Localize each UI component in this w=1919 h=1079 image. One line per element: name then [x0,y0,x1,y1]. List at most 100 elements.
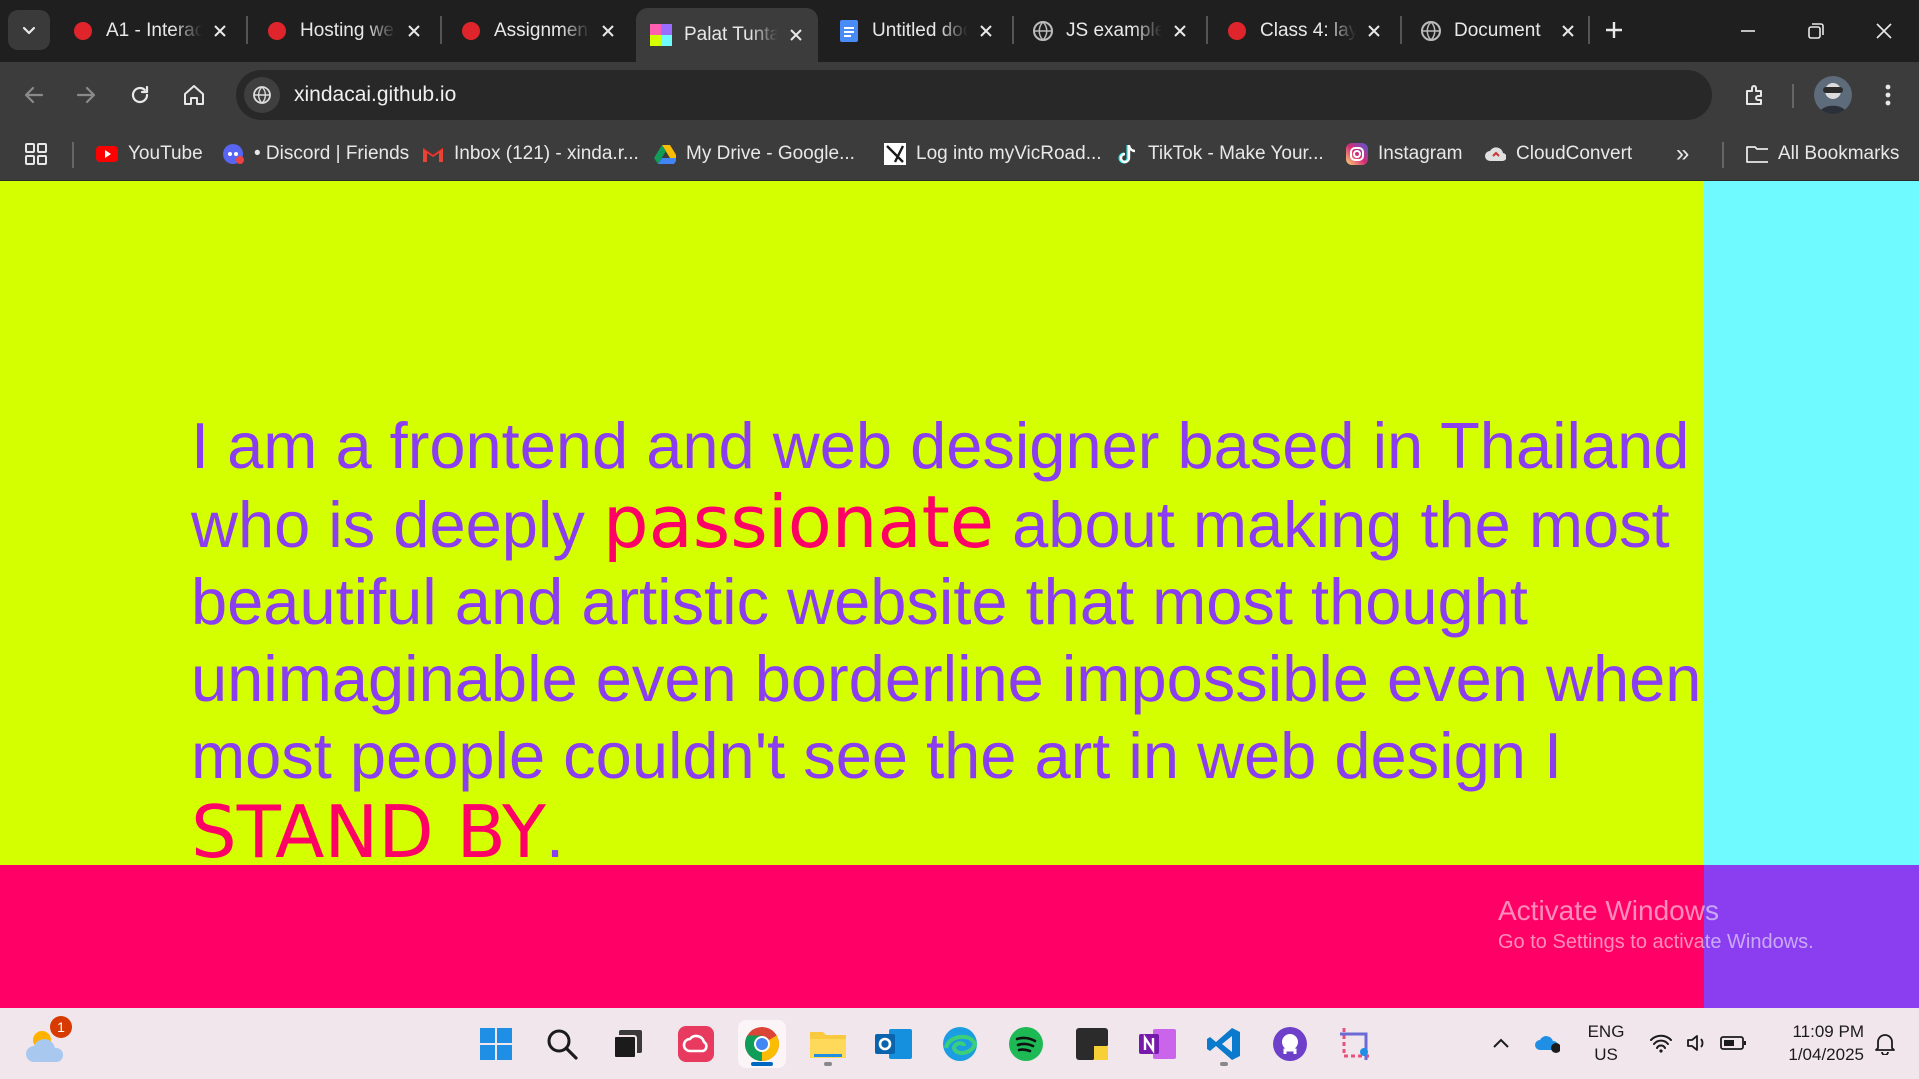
snipping-tool-icon [1340,1028,1372,1060]
bookmarks-separator [72,142,74,168]
spotify-icon [1009,1027,1043,1061]
taskbar-app-file-explorer[interactable] [804,1020,852,1068]
address-bar[interactable]: xindacai.github.io [236,70,1712,120]
speaker-icon [1687,1035,1704,1051]
wifi-tray[interactable] [1648,1030,1674,1056]
tab-title: JS examples [1066,20,1162,41]
apps-button[interactable] [24,138,48,170]
close-icon[interactable] [1556,19,1580,43]
bookmark-label: TikTok - Make Your... [1148,143,1324,164]
tab-title: Palat Tuntanakit [684,24,778,45]
watermark-title: Activate Windows [1498,895,1719,926]
bookmark-label: My Drive - Google... [686,143,855,164]
bookmark-label: Instagram [1378,143,1463,164]
notification-center-button[interactable] [1872,1030,1898,1056]
taskbar-app-edge[interactable] [936,1020,984,1068]
onedrive-tray[interactable] [1534,1030,1560,1056]
close-icon[interactable] [1362,19,1386,43]
taskbar-app-spotify[interactable] [1002,1020,1050,1068]
close-window-button[interactable] [1852,8,1916,54]
weather-widget[interactable]: 1 [24,1016,72,1066]
taskbar-app-vscode[interactable] [1200,1020,1248,1068]
profile-avatar[interactable] [1814,76,1852,114]
close-icon[interactable] [402,19,426,43]
github-desktop-icon [1273,1027,1307,1061]
clock[interactable]: 11:09 PM 1/04/2025 [1764,1020,1864,1066]
back-button[interactable] [14,75,54,115]
taskbar-app-onenote[interactable] [1134,1020,1182,1068]
home-icon [184,85,204,105]
show-hidden-icons-button[interactable] [1488,1030,1514,1056]
all-bookmarks-label: All Bookmarks [1778,143,1900,164]
minimize-button[interactable] [1716,8,1780,54]
tab-separator [1206,16,1208,44]
all-bookmarks-button[interactable]: All Bookmarks [1746,138,1899,170]
extensions-button[interactable] [1735,75,1775,115]
task-view-button[interactable] [604,1020,652,1068]
chrome-menu-button[interactable] [1870,75,1906,115]
tab-class4[interactable]: Class 4: layout [1212,10,1396,52]
bookmark-gmail[interactable]: Inbox (121) - xinda.r... [422,138,639,170]
taskbar-app-sticky-notes[interactable] [1068,1020,1116,1068]
region-code: US [1594,1045,1618,1064]
tab-palat-active[interactable]: Palat Tuntanakit [636,8,818,62]
bookmark-instagram[interactable]: Instagram [1346,138,1462,170]
sticky-notes-icon [1076,1028,1108,1060]
taskbar-app-snipping-tool[interactable] [1332,1020,1380,1068]
tab-a1[interactable]: A1 - Interactive [58,10,242,52]
battery-icon [1720,1036,1746,1050]
bookmarks-overflow-button[interactable]: » [1676,138,1689,170]
instagram-icon [1346,143,1368,165]
url-text[interactable]: xindacai.github.io [294,83,456,107]
bookmark-cloudconvert[interactable]: CloudConvert [1484,138,1632,170]
tab-hosting[interactable]: Hosting web [252,10,436,52]
bookmarks-separator [1722,142,1724,168]
tab-untitled-doc[interactable]: Untitled document [824,10,1008,52]
bookmark-vicroads[interactable]: Log into myVicRoad... [884,138,1102,170]
taskbar-app-creative-cloud[interactable] [672,1020,720,1068]
tab-strip: A1 - Interactive Hosting web Assignment … [0,0,1919,62]
red-blob-icon [1226,20,1248,42]
red-blob-icon [460,20,482,42]
close-icon[interactable] [208,19,232,43]
tab-search-button[interactable] [8,10,50,50]
tab-title: Assignment [494,20,590,41]
tab-document[interactable]: Document [1406,10,1590,52]
discord-icon [222,143,244,165]
running-indicator [1220,1062,1228,1066]
language-indicator[interactable]: ENG US [1584,1020,1628,1066]
tab-js-examples[interactable]: JS examples [1018,10,1202,52]
start-button[interactable] [472,1020,520,1068]
tab-assignment[interactable]: Assignment [446,10,630,52]
windows-start-icon [480,1028,512,1060]
volume-tray[interactable] [1684,1030,1710,1056]
reload-button[interactable] [120,75,160,115]
home-button[interactable] [174,75,214,115]
close-icon[interactable] [596,19,620,43]
close-icon[interactable] [974,19,998,43]
close-icon[interactable] [1168,19,1192,43]
taskbar-search-button[interactable] [538,1020,586,1068]
tab-title: Document [1454,20,1541,41]
bookmark-discord[interactable]: • Discord | Friends [222,138,409,170]
palette-icon [650,24,672,46]
back-arrow-icon [24,86,44,104]
bookmark-tiktok[interactable]: TikTok - Make Your... [1116,138,1324,170]
watermark-subtitle: Go to Settings to activate Windows. [1498,931,1814,953]
onenote-icon [1139,1029,1176,1059]
taskbar-app-chrome[interactable] [738,1020,786,1068]
taskbar-app-outlook[interactable] [870,1020,918,1068]
restore-button[interactable] [1784,8,1848,54]
chevron-up-icon [1493,1038,1509,1048]
avatar-icon [1819,83,1847,114]
bookmark-youtube[interactable]: YouTube [96,138,203,170]
bookmark-google-drive[interactable]: My Drive - Google... [654,138,855,170]
close-icon[interactable] [784,23,808,47]
kebab-menu-icon [1885,84,1891,106]
battery-tray[interactable] [1720,1030,1746,1056]
onedrive-icon [1535,1036,1560,1053]
new-tab-button[interactable] [1596,12,1632,48]
taskbar-app-github-desktop[interactable] [1266,1020,1314,1068]
forward-button[interactable] [66,75,106,115]
site-info-button[interactable] [244,77,280,113]
